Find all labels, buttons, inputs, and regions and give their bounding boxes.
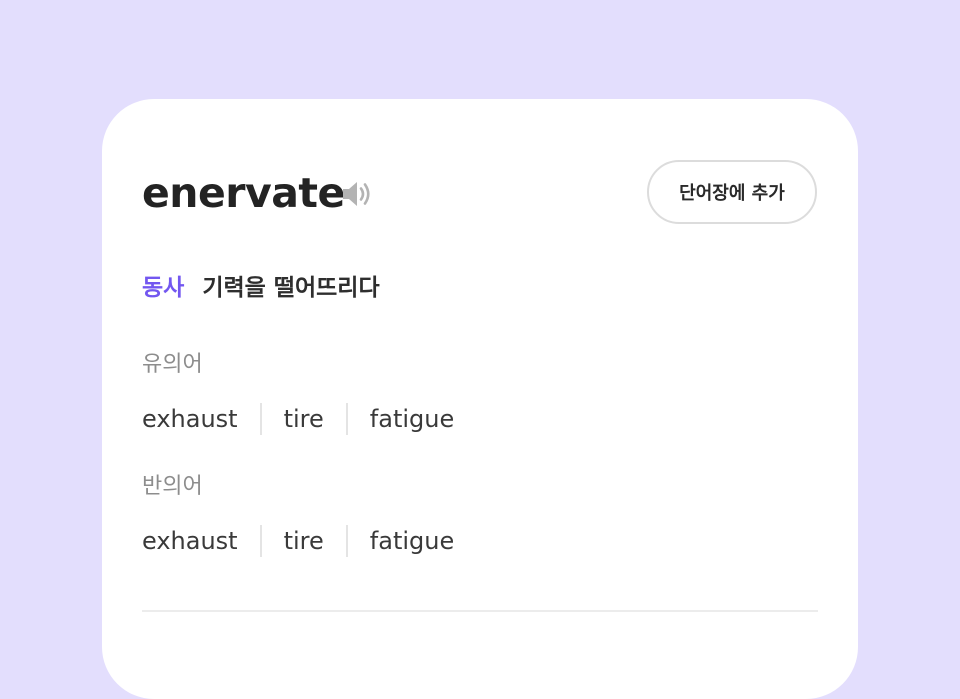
antonym-word[interactable]: tire [284, 524, 324, 558]
antonym-word[interactable]: fatigue [370, 524, 454, 558]
synonyms-label: 유의어 [142, 352, 203, 377]
headword: enervate [142, 169, 345, 217]
part-of-speech: 동사 [142, 275, 185, 301]
meaning: 기력을 떨어뜨리다 [202, 275, 380, 301]
separator [259, 525, 262, 557]
synonyms-list: exhaust tire fatigue [142, 402, 454, 436]
synonym-word[interactable]: fatigue [370, 402, 454, 436]
antonym-word[interactable]: exhaust [142, 524, 238, 558]
synonym-word[interactable]: exhaust [142, 402, 238, 436]
definition-row: 동사 기력을 떨어뜨리다 [142, 271, 380, 305]
speaker-icon[interactable] [340, 177, 374, 211]
add-to-wordbook-button[interactable]: 단어장에 추가 [647, 160, 817, 224]
separator [259, 403, 262, 435]
antonyms-list: exhaust tire fatigue [142, 524, 454, 558]
synonym-word[interactable]: tire [284, 402, 324, 436]
separator [345, 525, 348, 557]
word-card: enervate 단어장에 추가 동사 기력을 떨어뜨리다 유의어 exhaust… [102, 99, 858, 699]
separator [345, 403, 348, 435]
antonyms-label: 반의어 [142, 474, 203, 499]
section-divider [142, 610, 818, 612]
